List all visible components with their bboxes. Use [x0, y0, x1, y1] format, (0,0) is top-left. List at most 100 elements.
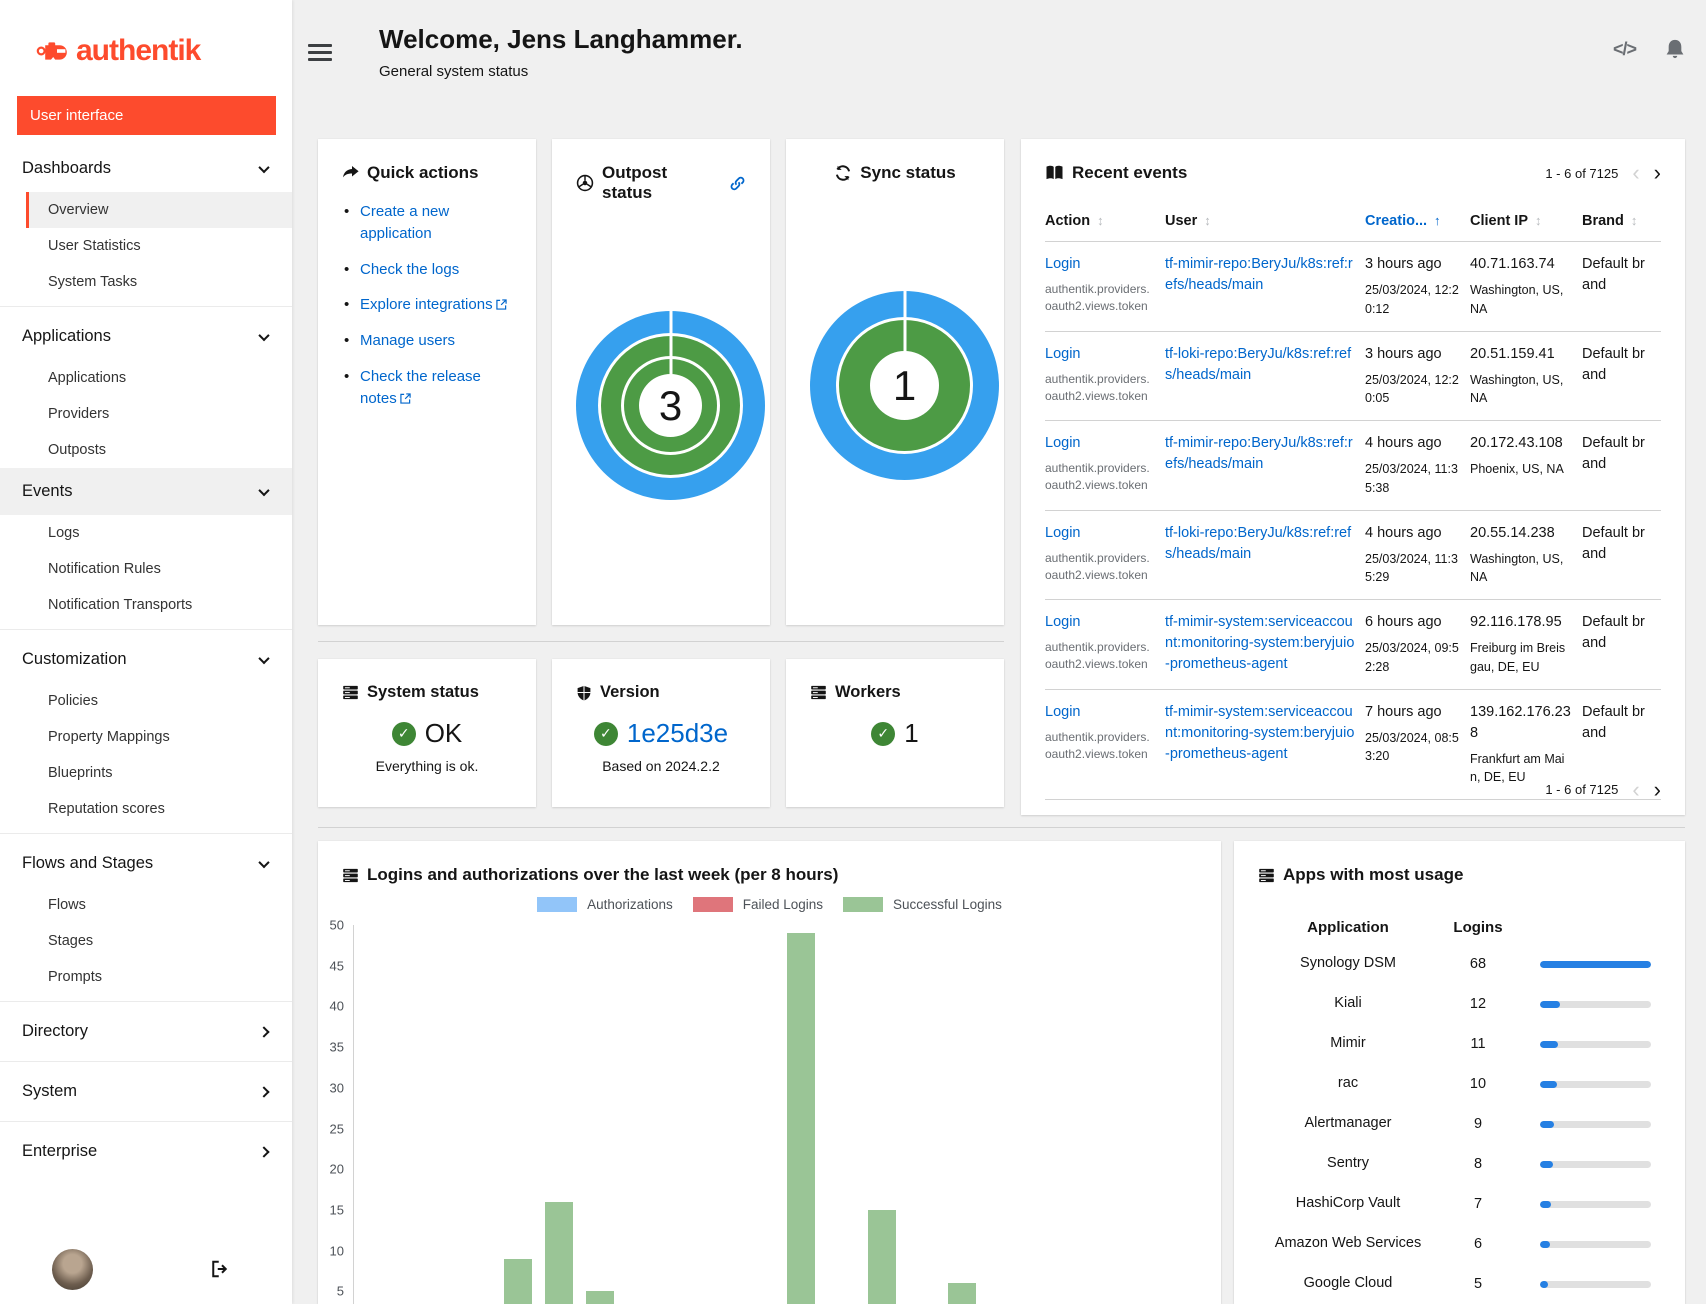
y-tick-label: 25	[318, 1121, 344, 1136]
pagination-prev-button[interactable]: ‹	[1632, 166, 1639, 180]
event-ip: 92.116.178.95	[1470, 612, 1572, 633]
app-name: Sentry	[1258, 1154, 1438, 1174]
sidebar-item-system-tasks[interactable]: System Tasks	[0, 264, 292, 300]
event-action-link[interactable]: Login	[1045, 346, 1080, 362]
sidebar-item-blueprints[interactable]: Blueprints	[0, 755, 292, 791]
y-tick-label: 20	[318, 1162, 344, 1177]
section-divider	[318, 827, 1685, 828]
event-user-link[interactable]: tf-mimir-repo:BeryJu/k8s:ref:refs/heads/…	[1165, 256, 1353, 293]
event-user-link[interactable]: tf-loki-repo:BeryJu/k8s:ref:refs/heads/m…	[1165, 525, 1351, 562]
quick-action-link-check-the-release-notes[interactable]: Check the release notes	[360, 368, 481, 407]
column-header-brand[interactable]: Brand↕	[1582, 213, 1661, 229]
sidebar-item-notification-transports[interactable]: Notification Transports	[0, 587, 292, 623]
pagination-prev-button[interactable]: ‹	[1632, 783, 1639, 797]
avatar[interactable]	[52, 1249, 93, 1290]
event-user-link[interactable]: tf-mimir-system:serviceaccount:monitorin…	[1165, 614, 1354, 672]
event-brand-cell: Default brand	[1582, 344, 1661, 409]
app-name: rac	[1258, 1074, 1438, 1094]
sign-out-icon[interactable]	[210, 1259, 230, 1279]
chart-bar	[868, 1210, 896, 1304]
chevron-right-icon	[258, 1026, 269, 1037]
column-header-user[interactable]: User↕	[1165, 213, 1365, 229]
column-header-client-ip[interactable]: Client IP↕	[1470, 213, 1582, 229]
event-action-link[interactable]: Login	[1045, 525, 1080, 541]
sidebar-item-stages[interactable]: Stages	[0, 923, 292, 959]
pagination-bottom: 1 - 6 of 7125 ‹ ›	[1545, 782, 1661, 797]
sort-ascending-icon[interactable]: ↑	[1434, 213, 1441, 228]
event-action-link[interactable]: Login	[1045, 256, 1080, 272]
event-action-link[interactable]: Login	[1045, 435, 1080, 451]
system-status-value: OK	[425, 718, 463, 749]
quick-action-link-explore-integrations[interactable]: Explore integrations	[360, 296, 507, 313]
chevron-down-icon	[258, 484, 269, 495]
sidebar-item-property-mappings[interactable]: Property Mappings	[0, 719, 292, 755]
sidebar-item-logs[interactable]: Logs	[0, 515, 292, 551]
sidebar-item-reputation-scores[interactable]: Reputation scores	[0, 791, 292, 827]
event-user-link[interactable]: tf-mimir-repo:BeryJu/k8s:ref:refs/heads/…	[1165, 435, 1353, 472]
sidebar-item-notification-rules[interactable]: Notification Rules	[0, 551, 292, 587]
sidebar-item-overview[interactable]: Overview	[26, 192, 292, 228]
sidebar-section-dashboards[interactable]: Dashboards	[0, 145, 292, 192]
event-user-link[interactable]: tf-mimir-system:serviceaccount:monitorin…	[1165, 704, 1354, 762]
event-action-link[interactable]: Login	[1045, 704, 1080, 720]
app-usage-bar-track	[1540, 1241, 1651, 1248]
sort-icon[interactable]: ↕	[1631, 213, 1638, 228]
sidebar-section-events[interactable]: Events	[0, 468, 292, 515]
chevron-down-icon	[258, 856, 269, 867]
hamburger-menu-icon[interactable]	[308, 40, 332, 65]
sidebar-item-applications[interactable]: Applications	[0, 360, 292, 396]
sidebar-section-enterprise[interactable]: Enterprise	[0, 1128, 292, 1175]
sidebar-item-flows[interactable]: Flows	[0, 887, 292, 923]
api-code-icon[interactable]: </>	[1613, 39, 1636, 60]
sort-icon[interactable]: ↕	[1097, 213, 1104, 228]
sidebar-item-policies[interactable]: Policies	[0, 683, 292, 719]
app-login-count: 10	[1438, 1076, 1518, 1092]
pagination-next-button[interactable]: ›	[1654, 783, 1661, 797]
version-subtitle: Based on 2024.2.2	[576, 758, 746, 774]
column-header-creatio[interactable]: Creatio...↑	[1365, 213, 1470, 229]
event-time-absolute: 25/03/2024, 09:52:28	[1365, 639, 1460, 677]
notification-bell-icon[interactable]	[1664, 38, 1686, 60]
app-usage-bar-fill	[1540, 961, 1651, 968]
user-interface-button[interactable]: User interface	[17, 96, 276, 135]
sidebar-section-flows-and-stages[interactable]: Flows and Stages	[0, 840, 292, 887]
sort-icon[interactable]: ↕	[1535, 213, 1542, 228]
event-context: authentik.providers.​oauth2.views.token	[1045, 639, 1155, 674]
link-icon[interactable]	[729, 175, 746, 192]
quick-action-item: Check the logs	[342, 259, 512, 281]
version-value-link[interactable]: 1e25d3e	[627, 718, 728, 749]
chart-legend: AuthorizationsFailed LoginsSuccessful Lo…	[318, 897, 1221, 912]
column-header-action[interactable]: Action↕	[1045, 213, 1165, 229]
sidebar-section-applications[interactable]: Applications	[0, 313, 292, 360]
app-usage-bar-track	[1540, 1281, 1651, 1288]
app-usage-bar-fill	[1540, 1121, 1554, 1128]
quick-action-link-manage-users[interactable]: Manage users	[360, 332, 455, 349]
sidebar-section-directory[interactable]: Directory	[0, 1008, 292, 1055]
section-label: Applications	[22, 327, 111, 346]
sidebar-section-system[interactable]: System	[0, 1068, 292, 1115]
event-action-link[interactable]: Login	[1045, 614, 1080, 630]
event-client-ip-cell: 20.172.43.108Phoenix, US, NA	[1470, 433, 1582, 498]
section-label: Flows and Stages	[22, 854, 153, 873]
event-brand-cell: Default brand	[1582, 254, 1661, 319]
y-tick-label: 50	[318, 918, 344, 933]
app-usage-row: HashiCorp Vault7	[1258, 1184, 1661, 1224]
app-usage-bar-track	[1540, 1121, 1651, 1128]
event-client-ip-cell: 20.51.159.41Washington, US, NA	[1470, 344, 1582, 409]
sidebar-item-prompts[interactable]: Prompts	[0, 959, 292, 995]
pagination-next-button[interactable]: ›	[1654, 166, 1661, 180]
event-user-link[interactable]: tf-loki-repo:BeryJu/k8s:ref:refs/heads/m…	[1165, 346, 1351, 383]
sidebar-section-customization[interactable]: Customization	[0, 636, 292, 683]
outpost-status-value: 3	[659, 382, 682, 430]
sort-icon[interactable]: ↕	[1204, 213, 1211, 228]
quick-action-link-create-a-new-application[interactable]: Create a new application	[360, 203, 449, 242]
sidebar-item-outposts[interactable]: Outposts	[0, 432, 292, 468]
quick-action-link-check-the-logs[interactable]: Check the logs	[360, 261, 459, 278]
event-user-cell: tf-mimir-system:serviceaccount:monitorin…	[1165, 612, 1365, 677]
sidebar-item-providers[interactable]: Providers	[0, 396, 292, 432]
event-client-ip-cell: 40.71.163.74Washington, US, NA	[1470, 254, 1582, 319]
sync-status-value: 1	[893, 362, 916, 410]
workers-card: Workers ✓ 1	[786, 659, 1004, 807]
version-title: Version	[600, 683, 660, 702]
sidebar-item-user-statistics[interactable]: User Statistics	[0, 228, 292, 264]
